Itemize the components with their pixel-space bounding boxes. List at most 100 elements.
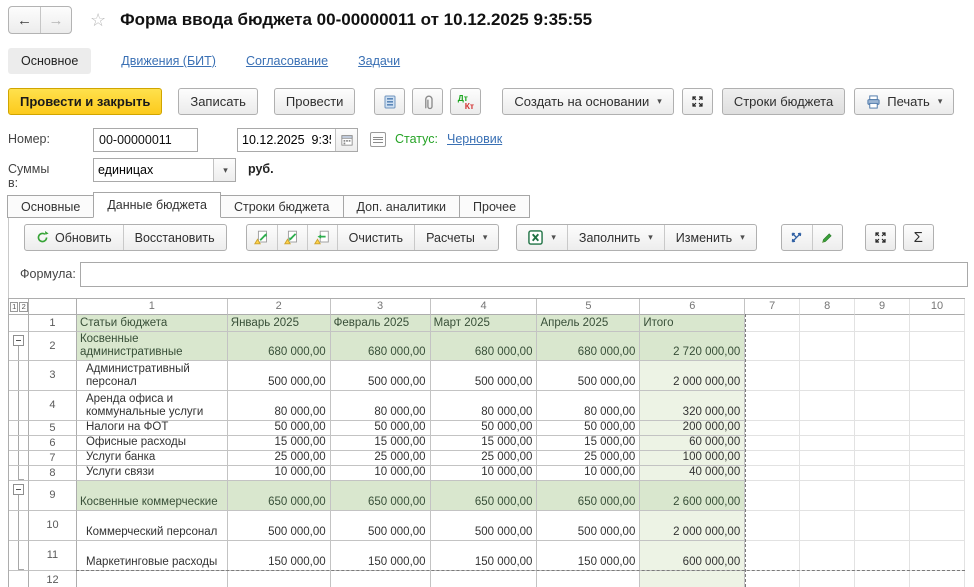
empty-cell[interactable] bbox=[855, 571, 910, 587]
outline-level-button[interactable]: 2 bbox=[19, 302, 27, 312]
empty-cell[interactable] bbox=[855, 481, 910, 511]
row-number[interactable]: 3 bbox=[29, 361, 77, 391]
clear-button[interactable]: Очистить bbox=[337, 225, 414, 250]
value-cell[interactable] bbox=[331, 571, 431, 587]
article-cell[interactable]: Офисные расходы bbox=[77, 436, 228, 451]
header-cell[interactable]: Апрель 2025 bbox=[537, 315, 640, 332]
value-cell[interactable]: 150 000,00 bbox=[431, 541, 538, 571]
article-cell[interactable]: Косвенные административные bbox=[77, 332, 228, 361]
total-cell[interactable]: 600 000,00 bbox=[640, 541, 745, 571]
empty-cell[interactable] bbox=[800, 466, 855, 481]
tab-budget-data[interactable]: Данные бюджета bbox=[93, 192, 221, 218]
value-cell[interactable]: 15 000,00 bbox=[537, 436, 640, 451]
select-from-list-icon[interactable] bbox=[370, 132, 386, 147]
empty-cell[interactable] bbox=[745, 481, 800, 511]
empty-cell[interactable] bbox=[855, 511, 910, 541]
resize-columns-button[interactable] bbox=[782, 225, 812, 250]
nav-item-tasks[interactable]: Задачи bbox=[358, 54, 400, 68]
status-value-link[interactable]: Черновик bbox=[447, 132, 502, 146]
article-cell[interactable]: Косвенные коммерческие bbox=[77, 481, 228, 511]
value-cell[interactable]: 650 000,00 bbox=[431, 481, 538, 511]
empty-cell[interactable] bbox=[745, 332, 800, 361]
attachments-button[interactable] bbox=[412, 88, 443, 115]
row-number[interactable]: 7 bbox=[29, 451, 77, 466]
post-and-close-button[interactable]: Провести и закрыть bbox=[8, 88, 162, 115]
header-cell[interactable]: Итого bbox=[640, 315, 745, 332]
value-cell[interactable]: 10 000,00 bbox=[228, 466, 331, 481]
empty-cell[interactable] bbox=[855, 332, 910, 361]
date-input[interactable] bbox=[238, 129, 335, 151]
empty-cell[interactable] bbox=[745, 421, 800, 436]
header-cell[interactable]: Статьи бюджета bbox=[77, 315, 228, 332]
row-number[interactable]: 10 bbox=[29, 511, 77, 541]
value-cell[interactable]: 680 000,00 bbox=[331, 332, 431, 361]
tab-budget-lines[interactable]: Строки бюджета bbox=[220, 195, 344, 218]
value-cell[interactable]: 50 000,00 bbox=[331, 421, 431, 436]
tab-other[interactable]: Прочее bbox=[459, 195, 530, 218]
empty-cell[interactable] bbox=[745, 571, 800, 587]
empty-cell[interactable] bbox=[855, 436, 910, 451]
empty-cell[interactable] bbox=[800, 436, 855, 451]
value-cell[interactable]: 15 000,00 bbox=[331, 436, 431, 451]
article-cell[interactable] bbox=[77, 571, 228, 587]
total-cell[interactable]: 320 000,00 bbox=[640, 391, 745, 421]
excel-button[interactable]: ▾ bbox=[517, 225, 567, 250]
empty-cell[interactable] bbox=[745, 541, 800, 571]
value-cell[interactable]: 680 000,00 bbox=[228, 332, 331, 361]
empty-cell[interactable] bbox=[855, 361, 910, 391]
article-cell[interactable]: Аренда офиса и коммунальные услуги bbox=[77, 391, 228, 421]
formula-input[interactable] bbox=[80, 262, 968, 287]
value-cell[interactable]: 10 000,00 bbox=[537, 466, 640, 481]
total-cell[interactable]: 40 000,00 bbox=[640, 466, 745, 481]
value-cell[interactable]: 500 000,00 bbox=[431, 511, 538, 541]
value-cell[interactable]: 50 000,00 bbox=[228, 421, 331, 436]
value-cell[interactable]: 10 000,00 bbox=[331, 466, 431, 481]
total-cell[interactable]: 2 600 000,00 bbox=[640, 481, 745, 511]
empty-cell[interactable] bbox=[910, 361, 965, 391]
value-cell[interactable]: 150 000,00 bbox=[331, 541, 431, 571]
number-input[interactable] bbox=[93, 128, 198, 152]
article-cell[interactable]: Услуги связи bbox=[77, 466, 228, 481]
value-cell[interactable]: 25 000,00 bbox=[537, 451, 640, 466]
empty-cell[interactable] bbox=[910, 481, 965, 511]
value-cell[interactable] bbox=[537, 571, 640, 587]
empty-cell[interactable] bbox=[855, 541, 910, 571]
empty-cell[interactable] bbox=[910, 315, 965, 332]
value-cell[interactable]: 15 000,00 bbox=[431, 436, 538, 451]
value-cell[interactable]: 25 000,00 bbox=[331, 451, 431, 466]
export-document-button[interactable] bbox=[247, 225, 277, 250]
collapse-group-button[interactable] bbox=[13, 484, 24, 495]
value-cell[interactable]: 80 000,00 bbox=[431, 391, 538, 421]
empty-cell[interactable] bbox=[800, 361, 855, 391]
calendar-button[interactable] bbox=[335, 129, 357, 151]
value-cell[interactable]: 80 000,00 bbox=[228, 391, 331, 421]
refresh-button[interactable]: Обновить bbox=[25, 225, 123, 250]
value-cell[interactable]: 500 000,00 bbox=[228, 511, 331, 541]
back-button[interactable]: ← bbox=[9, 7, 40, 33]
change-button[interactable]: Изменить▾ bbox=[664, 225, 756, 250]
article-cell[interactable]: Коммерческий персонал bbox=[77, 511, 228, 541]
empty-cell[interactable] bbox=[800, 315, 855, 332]
total-cell[interactable] bbox=[640, 571, 745, 587]
empty-cell[interactable] bbox=[745, 391, 800, 421]
article-cell[interactable]: Маркетинговые расходы bbox=[77, 541, 228, 571]
empty-cell[interactable] bbox=[855, 421, 910, 436]
empty-cell[interactable] bbox=[910, 511, 965, 541]
empty-cell[interactable] bbox=[745, 315, 800, 332]
value-cell[interactable]: 10 000,00 bbox=[431, 466, 538, 481]
row-number[interactable]: 9 bbox=[29, 481, 77, 511]
collapse-group-button[interactable] bbox=[13, 335, 24, 346]
empty-cell[interactable] bbox=[800, 451, 855, 466]
empty-cell[interactable] bbox=[910, 391, 965, 421]
empty-cell[interactable] bbox=[745, 451, 800, 466]
empty-cell[interactable] bbox=[910, 421, 965, 436]
create-based-on-button[interactable]: Создать на основании▾ bbox=[502, 88, 673, 115]
value-cell[interactable]: 150 000,00 bbox=[537, 541, 640, 571]
value-cell[interactable]: 25 000,00 bbox=[228, 451, 331, 466]
outline-level-button[interactable]: 1 bbox=[10, 302, 18, 312]
article-cell[interactable]: Административный персонал bbox=[77, 361, 228, 391]
value-cell[interactable]: 650 000,00 bbox=[537, 481, 640, 511]
edit-cell-button[interactable] bbox=[812, 225, 842, 250]
value-cell[interactable]: 500 000,00 bbox=[331, 361, 431, 391]
grid-corner-cell[interactable] bbox=[29, 299, 77, 315]
